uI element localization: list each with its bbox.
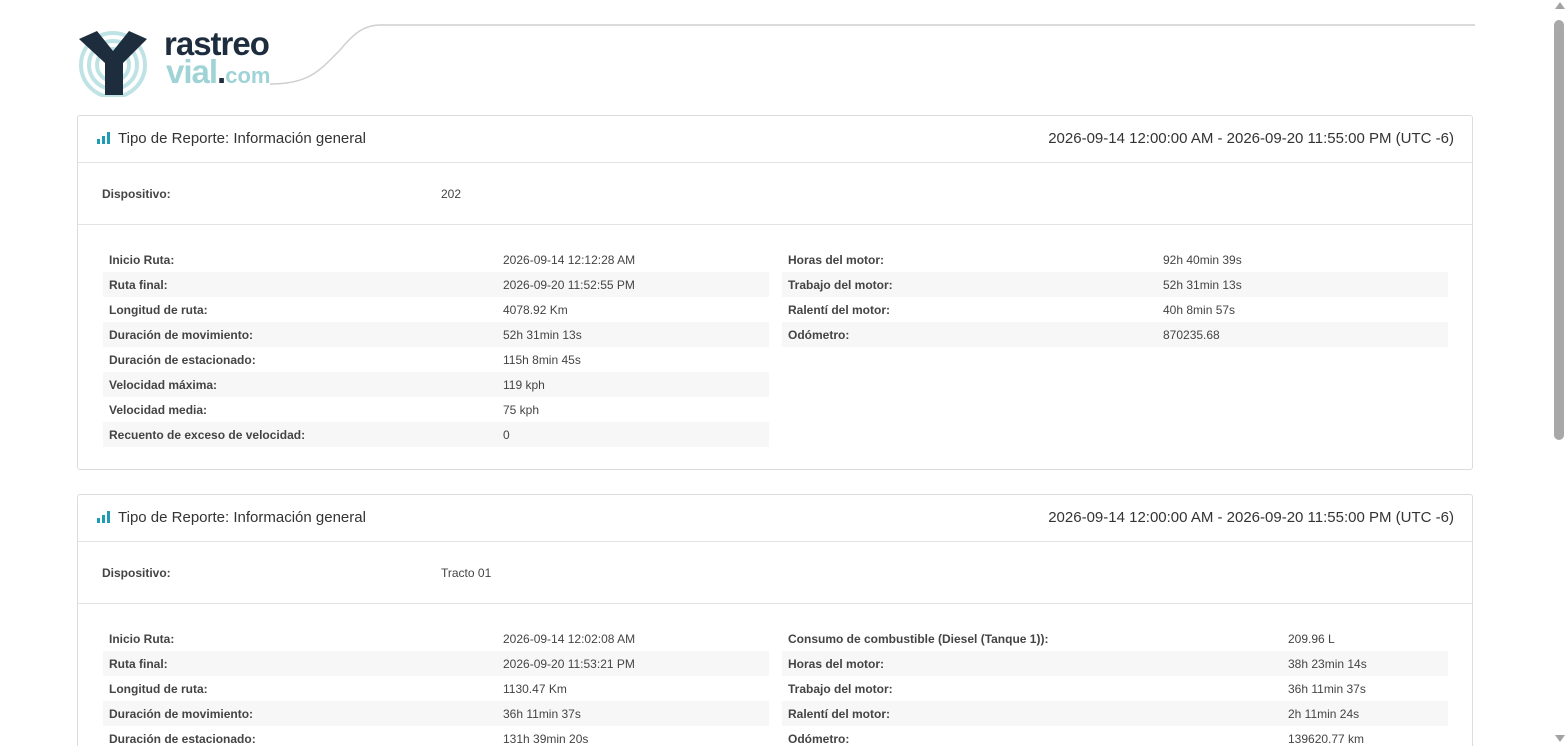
stat-value: 52h 31min 13s [503, 328, 582, 342]
stat-value: 36h 11min 37s [1288, 682, 1366, 696]
report-type-title: Tipo de Reporte: Información general [118, 509, 366, 526]
stat-label: Trabajo del motor: [788, 278, 893, 292]
device-row: Dispositivo: Tracto 01 [78, 542, 1472, 604]
stat-label: Longitud de ruta: [109, 682, 208, 696]
stat-value: 4078.92 Km [503, 303, 568, 317]
stat-row: Ruta final: 2026-09-20 11:53:21 PM [103, 651, 769, 676]
page-header: rastreo vial.com [0, 0, 1550, 110]
stat-label: Inicio Ruta: [109, 632, 175, 646]
stat-row: Duración de movimiento: 36h 11min 37s [103, 701, 769, 726]
device-value: Tracto 01 [441, 566, 492, 580]
scroll-down-arrow-icon[interactable] [1555, 735, 1565, 742]
bar-chart-icon [97, 511, 110, 523]
stat-value: 2026-09-20 11:53:21 PM [503, 657, 635, 671]
stat-row: Ruta final: 2026-09-20 11:52:55 PM [103, 272, 769, 297]
logo-wordmark-vial-main: vial [166, 53, 218, 90]
stat-value: 2h 11min 24s [1288, 707, 1360, 721]
stat-value: 2026-09-20 11:52:55 PM [503, 278, 635, 292]
vertical-scrollbar[interactable] [1551, 0, 1568, 746]
stat-value: 52h 31min 13s [1163, 278, 1242, 292]
stat-label: Ralentí del motor: [788, 303, 891, 317]
stat-label: Inicio Ruta: [109, 253, 175, 267]
stat-row: Horas del motor: 38h 23min 14s [782, 651, 1448, 676]
panel-header: Tipo de Reporte: Información general 202… [78, 495, 1472, 542]
stats-left-column: Inicio Ruta: 2026-09-14 12:12:28 AM Ruta … [103, 247, 769, 447]
stat-row: Odómetro: 139620.77 km [782, 726, 1448, 746]
stat-row: Odómetro: 870235.68 [782, 322, 1448, 347]
report-date-range: 2026-09-14 12:00:00 AM - 2026-09-20 11:5… [1048, 130, 1454, 147]
stats-left-column: Inicio Ruta: 2026-09-14 12:02:08 AM Ruta … [103, 626, 769, 746]
stat-row: Ralentí del motor: 40h 8min 57s [782, 297, 1448, 322]
stat-label: Ralentí del motor: [788, 707, 891, 721]
stat-label: Odómetro: [788, 328, 850, 342]
logo-wordmark-tld: com [225, 63, 271, 88]
rastreo-vial-logo-icon [79, 31, 147, 97]
report-type-title: Tipo de Reporte: Información general [118, 130, 366, 147]
panel-header: Tipo de Reporte: Información general 202… [78, 116, 1472, 163]
stat-row: Longitud de ruta: 1130.47 Km [103, 676, 769, 701]
stat-label: Duración de estacionado: [109, 732, 256, 746]
stat-label: Consumo de combustible (Diesel (Tanque 1… [788, 632, 1049, 646]
stat-row: Duración de movimiento: 52h 31min 13s [103, 322, 769, 347]
header-divider-curve [270, 24, 1475, 85]
stat-row: Longitud de ruta: 4078.92 Km [103, 297, 769, 322]
device-row: Dispositivo: 202 [78, 163, 1472, 225]
stat-value: 2026-09-14 12:12:28 AM [503, 253, 636, 267]
stat-value: 115h 8min 45s [503, 353, 581, 367]
stat-row: Inicio Ruta: 2026-09-14 12:02:08 AM [103, 626, 769, 651]
stat-label: Ruta final: [109, 278, 168, 292]
stats-right-column: Consumo de combustible (Diesel (Tanque 1… [782, 626, 1448, 746]
stat-label: Duración de movimiento: [109, 707, 254, 721]
stat-label: Velocidad máxima: [109, 378, 218, 392]
stat-row: Velocidad media: 75 kph [103, 397, 769, 422]
logo-wordmark-dot: . [217, 53, 226, 90]
stat-label: Odómetro: [788, 732, 850, 746]
stats-right-column: Horas del motor: 92h 40min 39s Trabajo de… [782, 247, 1448, 347]
stat-row: Trabajo del motor: 52h 31min 13s [782, 272, 1448, 297]
logo-wordmark-vial: vial.com [166, 52, 270, 96]
stat-row: Consumo de combustible (Diesel (Tanque 1… [782, 626, 1448, 651]
stat-row: Velocidad máxima: 119 kph [103, 372, 769, 397]
stat-row: Inicio Ruta: 2026-09-14 12:12:28 AM [103, 247, 769, 272]
stat-label: Horas del motor: [788, 253, 885, 267]
device-label: Dispositivo: [102, 566, 171, 580]
stat-label: Ruta final: [109, 657, 168, 671]
stat-value: 131h 39min 20s [503, 732, 589, 746]
stat-label: Duración de estacionado: [109, 353, 256, 367]
stat-row: Trabajo del motor: 36h 11min 37s [782, 676, 1448, 701]
bar-chart-icon [97, 132, 110, 144]
stat-label: Horas del motor: [788, 657, 885, 671]
stat-label: Longitud de ruta: [109, 303, 208, 317]
stat-row: Duración de estacionado: 131h 39min 20s [103, 726, 769, 746]
stat-value: 0 [503, 428, 510, 442]
stat-value: 75 kph [503, 403, 540, 417]
stat-value: 1130.47 Km [503, 682, 567, 696]
stat-value: 119 kph [503, 378, 545, 392]
scroll-up-arrow-icon[interactable] [1555, 2, 1565, 9]
stat-value: 139620.77 km [1288, 732, 1365, 746]
device-label: Dispositivo: [102, 187, 171, 201]
stat-row: Duración de estacionado: 115h 8min 45s [103, 347, 769, 372]
device-value: 202 [441, 187, 462, 201]
stat-value: 870235.68 [1163, 328, 1220, 342]
stat-value: 40h 8min 57s [1163, 303, 1236, 317]
scrollbar-thumb[interactable] [1554, 20, 1564, 440]
stat-value: 209.96 L [1288, 632, 1335, 646]
stat-row: Horas del motor: 92h 40min 39s [782, 247, 1448, 272]
stat-value: 38h 23min 14s [1288, 657, 1367, 671]
stat-label: Recuento de exceso de velocidad: [109, 428, 306, 442]
report-panel-2: Tipo de Reporte: Información general 202… [77, 494, 1473, 746]
stat-label: Velocidad media: [109, 403, 208, 417]
stat-label: Trabajo del motor: [788, 682, 893, 696]
report-panel-1: Tipo de Reporte: Información general 202… [77, 115, 1473, 470]
report-date-range: 2026-09-14 12:00:00 AM - 2026-09-20 11:5… [1048, 509, 1454, 526]
stat-value: 92h 40min 39s [1163, 253, 1242, 267]
stat-row: Recuento de exceso de velocidad: 0 [103, 422, 769, 447]
stat-value: 36h 11min 37s [503, 707, 581, 721]
stat-row: Ralentí del motor: 2h 11min 24s [782, 701, 1448, 726]
stat-value: 2026-09-14 12:02:08 AM [503, 632, 636, 646]
stat-label: Duración de movimiento: [109, 328, 254, 342]
